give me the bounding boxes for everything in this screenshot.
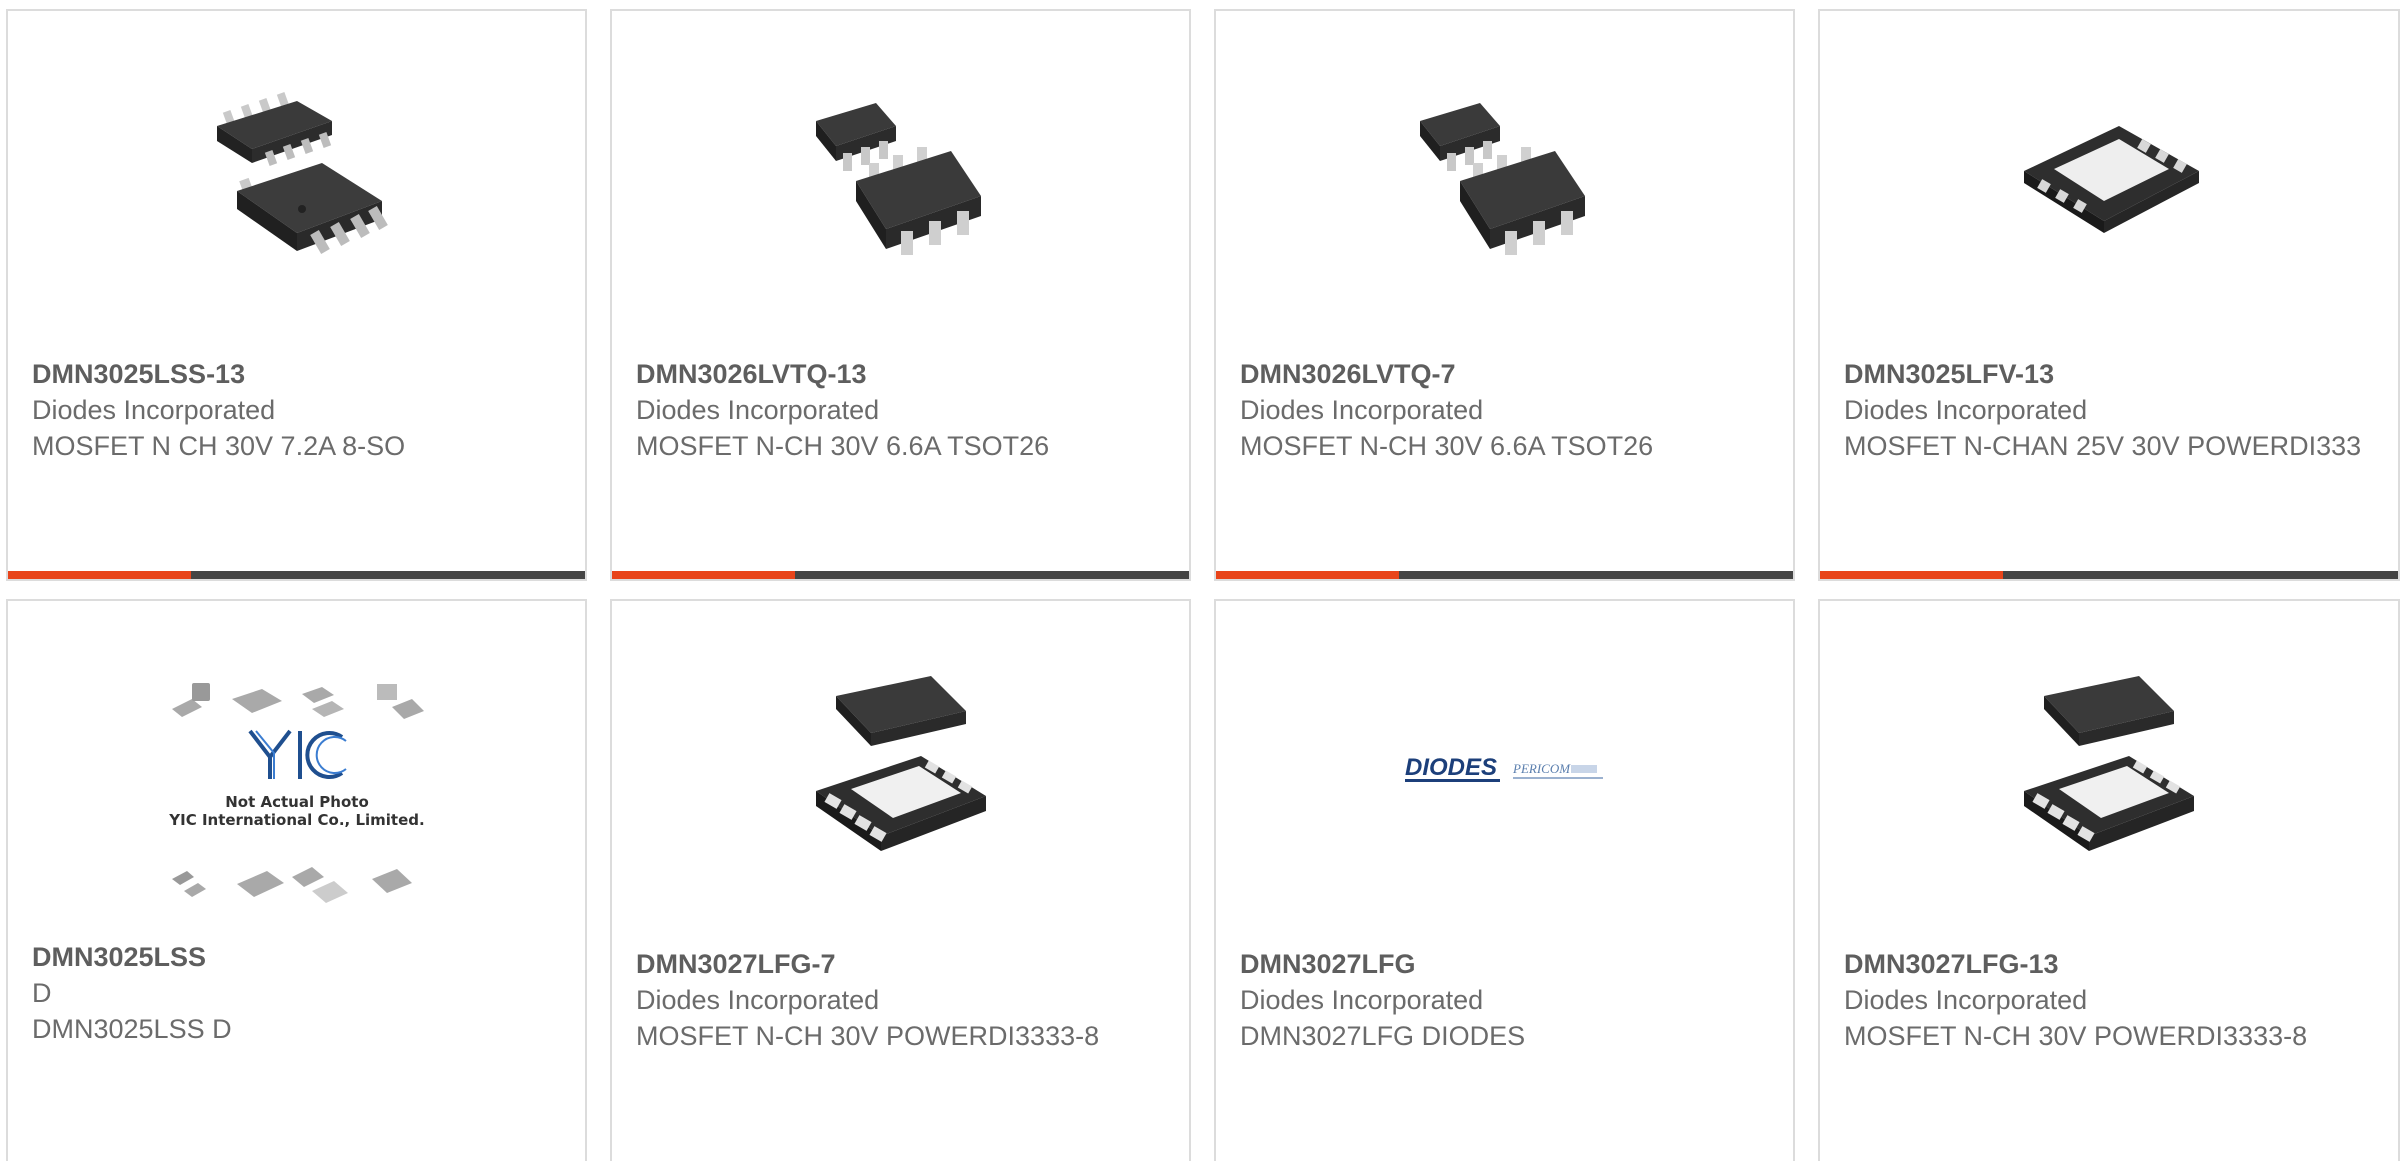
- pericom-logo-text: PERICOM: [1512, 761, 1571, 776]
- card-bar-accent: [1216, 571, 1399, 579]
- manufacturer: Diodes Incorporated: [1844, 985, 2088, 1015]
- description: DMN3025LSS D: [32, 1014, 232, 1044]
- card-bar: [1820, 571, 2398, 579]
- part-number[interactable]: DMN3026LVTQ-13: [636, 356, 1169, 392]
- description: DMN3027LFG DIODES: [1240, 1021, 1526, 1051]
- product-card[interactable]: Not Actual Photo YIC International Co., …: [6, 599, 587, 1161]
- manufacturer: Diodes Incorporated: [636, 395, 880, 425]
- card-bar-accent: [8, 571, 191, 579]
- not-actual-photo-icon: Not Actual Photo YIC International Co., …: [162, 679, 432, 919]
- description: MOSFET N-CH 30V 6.6A TSOT26: [636, 431, 1050, 461]
- description: MOSFET N-CHAN 25V 30V POWERDI333: [1844, 431, 2362, 461]
- card-bar: [612, 571, 1189, 579]
- part-number[interactable]: DMN3025LFV-13: [1844, 356, 2378, 392]
- dfn-package-icon: [2009, 671, 2209, 871]
- product-card[interactable]: DMN3025LFV-13 Diodes Incorporated MOSFET…: [1818, 9, 2400, 581]
- image-caption: Not Actual Photo: [225, 793, 369, 811]
- product-card[interactable]: DMN3026LVTQ-13 Diodes Incorporated MOSFE…: [610, 9, 1191, 581]
- card-bar-accent: [1820, 571, 2003, 579]
- card-bar: [1216, 571, 1793, 579]
- image-caption: YIC International Co., Limited.: [168, 811, 424, 829]
- manufacturer: Diodes Incorporated: [32, 395, 276, 425]
- description: MOSFET N CH 30V 7.2A 8-SO: [32, 431, 406, 461]
- dfn-package-icon: [801, 671, 1001, 871]
- part-number[interactable]: DMN3025LSS: [32, 939, 565, 975]
- part-number[interactable]: DMN3026LVTQ-7: [1240, 356, 1773, 392]
- product-card[interactable]: DMN3026LVTQ-7 Diodes Incorporated MOSFET…: [1214, 9, 1795, 581]
- product-card[interactable]: DMN3027LFG-13 Diodes Incorporated MOSFET…: [1818, 599, 2400, 1161]
- card-bar-accent: [612, 571, 795, 579]
- manufacturer: Diodes Incorporated: [1844, 395, 2088, 425]
- product-card[interactable]: DMN3027LFG-7 Diodes Incorporated MOSFET …: [610, 599, 1191, 1161]
- product-card[interactable]: DMN3025LSS-13 Diodes Incorporated MOSFET…: [6, 9, 587, 581]
- product-card[interactable]: DIODES PERICOM DMN3027LFG Diodes Incorpo…: [1214, 599, 1795, 1161]
- diodes-pericom-logo: DIODES PERICOM: [1404, 671, 1605, 871]
- part-number[interactable]: DMN3027LFG-7: [636, 946, 1169, 982]
- part-number[interactable]: DMN3027LFG-13: [1844, 946, 2378, 982]
- tsot26-package-icon: [1405, 81, 1605, 281]
- card-bar: [8, 571, 585, 579]
- powerdi-package-icon: [2009, 81, 2209, 281]
- part-number[interactable]: DMN3027LFG: [1240, 946, 1773, 982]
- description: MOSFET N-CH 30V 6.6A TSOT26: [1240, 431, 1654, 461]
- so8-package-icon: [197, 81, 397, 281]
- part-number[interactable]: DMN3025LSS-13: [32, 356, 565, 392]
- manufacturer: Diodes Incorporated: [1240, 395, 1484, 425]
- tsot26-package-icon: [801, 81, 1001, 281]
- description: MOSFET N-CH 30V POWERDI3333-8: [1844, 1021, 2308, 1051]
- diodes-logo-text: DIODES: [1405, 754, 1497, 781]
- product-grid: DMN3025LSS-13 Diodes Incorporated MOSFET…: [0, 0, 2400, 1161]
- manufacturer: Diodes Incorporated: [1240, 985, 1484, 1015]
- manufacturer: D: [32, 978, 52, 1008]
- description: MOSFET N-CH 30V POWERDI3333-8: [636, 1021, 1100, 1051]
- manufacturer: Diodes Incorporated: [636, 985, 880, 1015]
